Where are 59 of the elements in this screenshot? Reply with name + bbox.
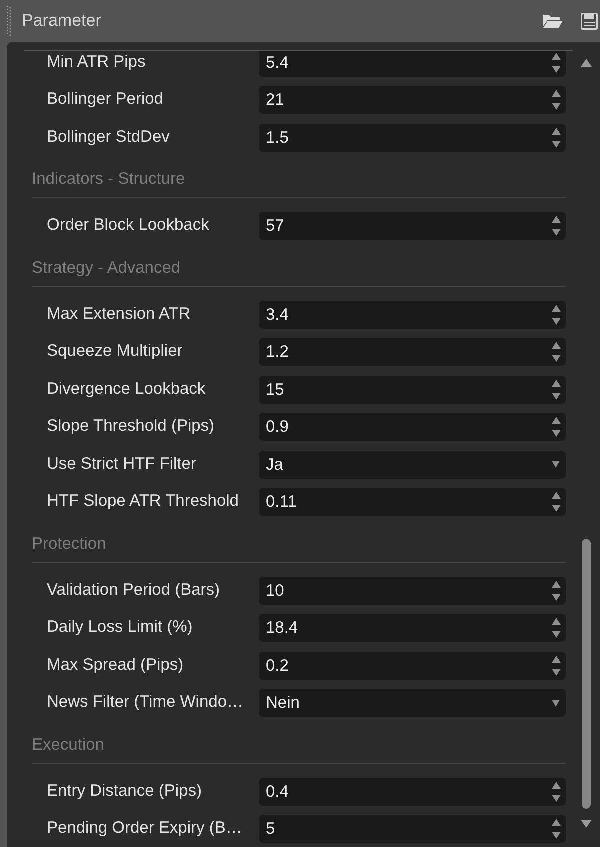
spinner-arrows-icon[interactable] bbox=[552, 304, 561, 324]
parameter-label: Max Extension ATR bbox=[47, 304, 191, 324]
spinner-arrows-icon[interactable] bbox=[552, 782, 561, 802]
spinner-arrows-icon[interactable] bbox=[552, 656, 561, 676]
parameter-label: Entry Distance (Pips) bbox=[47, 780, 202, 800]
scrollbar-thumb[interactable] bbox=[582, 539, 590, 809]
spinner-arrows-icon[interactable] bbox=[552, 342, 561, 362]
number-spinner-field[interactable]: 1.2 bbox=[259, 338, 566, 366]
number-spinner-field[interactable]: 0.4 bbox=[259, 778, 566, 806]
parameter-label: Slope Threshold (Pips) bbox=[47, 416, 215, 436]
number-spinner-field[interactable]: 3.4 bbox=[259, 300, 566, 328]
folder-icon[interactable] bbox=[543, 14, 563, 28]
number-spinner-field[interactable]: 5 bbox=[259, 815, 566, 843]
parameter-label: Use Strict HTF Filter bbox=[47, 454, 196, 474]
parameter-label: Pending Order Expiry (B… bbox=[47, 818, 242, 838]
spinner-arrows-icon[interactable] bbox=[552, 580, 561, 600]
parameter-label: Daily Loss Limit (%) bbox=[47, 617, 193, 637]
section-heading: Indicators - Structure bbox=[32, 169, 186, 190]
spinner-arrows-icon[interactable] bbox=[552, 90, 561, 110]
parameter-label: Squeeze Multiplier bbox=[47, 341, 183, 361]
drag-grip-icon[interactable] bbox=[7, 6, 11, 36]
section-heading: Strategy - Advanced bbox=[32, 258, 181, 278]
number-spinner-field[interactable]: 57 bbox=[259, 212, 566, 240]
section-heading: Execution bbox=[32, 734, 104, 755]
parameter-label: Divergence Lookback bbox=[47, 378, 206, 398]
number-spinner-field[interactable]: 15 bbox=[259, 376, 566, 404]
dropdown-field[interactable]: Nein bbox=[259, 689, 566, 717]
parameter-label: Order Block Lookback bbox=[47, 215, 210, 235]
parameter-label: Validation Period (Bars) bbox=[47, 580, 220, 600]
number-spinner-field[interactable]: 10 bbox=[259, 576, 566, 604]
number-spinner-field[interactable]: 0.9 bbox=[259, 413, 566, 441]
parameter-label: News Filter (Time Windo… bbox=[47, 692, 244, 712]
number-spinner-field[interactable]: 21 bbox=[259, 86, 566, 114]
parameter-label: Max Spread (Pips) bbox=[47, 654, 184, 674]
window-title: Parameter bbox=[22, 11, 102, 31]
spinner-arrows-icon[interactable] bbox=[552, 380, 561, 400]
spinner-arrows-icon[interactable] bbox=[552, 618, 561, 638]
spinner-arrows-icon[interactable] bbox=[552, 216, 561, 236]
parameter-label: HTF Slope ATR Threshold bbox=[47, 491, 239, 511]
dropdown-field[interactable]: Ja bbox=[259, 450, 566, 478]
spinner-arrows-icon[interactable] bbox=[552, 492, 561, 512]
spinner-arrows-icon[interactable] bbox=[552, 417, 561, 437]
parameter-label: Bollinger Period bbox=[47, 89, 164, 109]
spinner-arrows-icon[interactable] bbox=[552, 128, 561, 148]
parameter-label: Min ATR Pips bbox=[47, 52, 146, 72]
save-icon[interactable] bbox=[581, 12, 598, 30]
number-spinner-field[interactable]: 1.5 bbox=[259, 124, 566, 152]
number-spinner-field[interactable]: 5.4 bbox=[259, 51, 566, 76]
spinner-arrows-icon[interactable] bbox=[552, 52, 561, 72]
dropdown-caret-icon[interactable] bbox=[552, 461, 560, 468]
dropdown-caret-icon[interactable] bbox=[552, 700, 560, 706]
number-spinner-field[interactable]: 0.2 bbox=[259, 652, 566, 680]
section-heading: Protection bbox=[32, 534, 106, 554]
spinner-arrows-icon[interactable] bbox=[552, 819, 561, 839]
number-spinner-field[interactable]: 0.11 bbox=[259, 488, 566, 516]
parameter-label: Bollinger StdDev bbox=[47, 126, 170, 146]
scroll-up-arrow-icon[interactable] bbox=[580, 59, 592, 67]
scroll-down-arrow-icon[interactable] bbox=[580, 820, 592, 828]
number-spinner-field[interactable]: 18.4 bbox=[259, 614, 566, 642]
